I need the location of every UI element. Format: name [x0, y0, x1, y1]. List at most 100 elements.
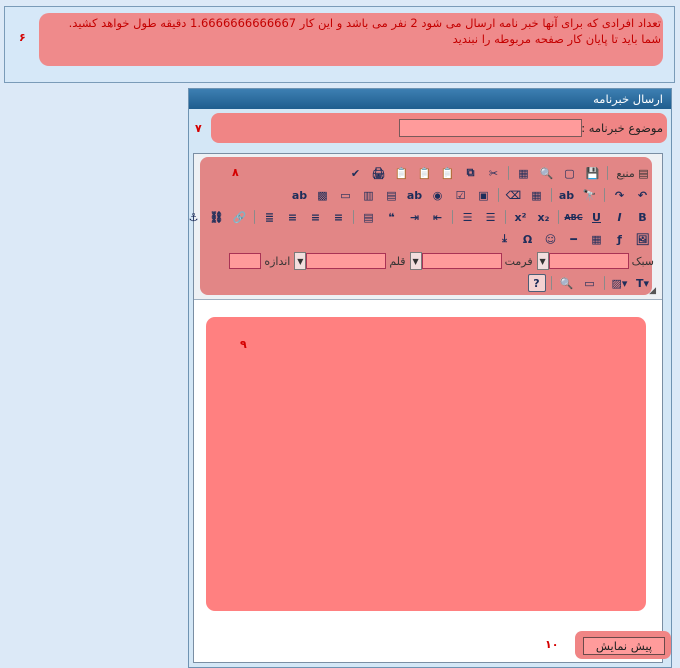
- strike-label: ABC: [564, 212, 583, 222]
- undo-icon[interactable]: ↶: [634, 186, 652, 204]
- link-icon[interactable]: 🔗: [231, 208, 249, 226]
- cut-icon[interactable]: ✂: [485, 164, 503, 182]
- flash-icon[interactable]: ƒ: [611, 230, 629, 248]
- subject-marker: ۷: [195, 122, 202, 135]
- new-page-icon[interactable]: ▢: [561, 164, 579, 182]
- toolbar-separator: [551, 276, 552, 290]
- save-icon[interactable]: 💾: [584, 164, 602, 182]
- notice-marker: ۶: [19, 31, 26, 44]
- align-right-icon[interactable]: ≡: [284, 208, 302, 226]
- div-icon[interactable]: ▤: [360, 208, 378, 226]
- font-combo[interactable]: قلم ▼: [294, 252, 406, 270]
- toolbar-row-3: B I U ABC x₂ x² ☰ ☰ ⇤ ⇥ ❝ ▤ ≡ ≡ ≡ ≣ 🔗 ⛓ …: [182, 207, 654, 227]
- hidden-field-icon[interactable]: ab: [291, 186, 309, 204]
- bulleted-list-icon[interactable]: ☰: [459, 208, 477, 226]
- justify-icon[interactable]: ≣: [261, 208, 279, 226]
- strike-button[interactable]: ABC: [564, 208, 583, 226]
- redo-icon[interactable]: ↷: [611, 186, 629, 204]
- select-all-icon[interactable]: ▦: [528, 186, 546, 204]
- toolbar-separator: [604, 188, 605, 202]
- source-button[interactable]: منبع ▤: [614, 164, 652, 182]
- toolbar-separator: [353, 210, 354, 224]
- unlink-icon[interactable]: ⛓: [208, 208, 226, 226]
- page-break-icon[interactable]: ⤓: [496, 230, 514, 248]
- editor-body[interactable]: [206, 317, 646, 611]
- subscript-button[interactable]: x₂: [535, 208, 553, 226]
- chevron-down-icon[interactable]: ▼: [409, 252, 422, 270]
- replace-icon[interactable]: ab: [558, 186, 576, 204]
- bold-button[interactable]: B: [634, 208, 652, 226]
- size-label: اندازه: [264, 254, 291, 268]
- toolbar-row-6: T▾ ▨▾ ▭ 🔍 ?: [525, 273, 654, 293]
- style-combo[interactable]: سبک ▼: [536, 252, 654, 270]
- toolbar-row-5: سبک ▼ فرمت ▼ قلم ▼ اندازه: [225, 251, 654, 271]
- copy-icon[interactable]: ⧉: [462, 164, 480, 182]
- textarea-icon[interactable]: ▤: [383, 186, 401, 204]
- numbered-list-icon[interactable]: ☰: [482, 208, 500, 226]
- newsletter-panel: ارسال خبرنامه ۷ موضوع خبرنامه : ۸ منبع ▤…: [188, 88, 672, 668]
- toolbar-separator: [607, 166, 608, 180]
- toolbar-separator: [558, 210, 559, 224]
- help-icon[interactable]: ?: [527, 274, 546, 292]
- underline-label: U: [592, 210, 601, 224]
- paste-icon[interactable]: 📋: [439, 164, 457, 182]
- toolbar-separator: [498, 188, 499, 202]
- smiley-icon[interactable]: ☺: [542, 230, 560, 248]
- bg-color-icon[interactable]: ▨▾: [611, 274, 629, 292]
- paste-word-icon[interactable]: 📋: [393, 164, 411, 182]
- format-field[interactable]: [421, 253, 502, 269]
- button-field-icon[interactable]: ▭: [337, 186, 355, 204]
- align-left-icon[interactable]: ≡: [330, 208, 348, 226]
- font-field[interactable]: [306, 253, 387, 269]
- preview-marker: ۱۰: [545, 638, 559, 651]
- format-label: فرمت: [504, 254, 533, 268]
- radio-icon[interactable]: ◉: [429, 186, 447, 204]
- image-icon[interactable]: 🖼: [634, 230, 652, 248]
- special-char-icon[interactable]: Ω: [519, 230, 537, 248]
- chevron-down-icon[interactable]: ▼: [294, 252, 307, 270]
- anchor-icon[interactable]: ⚓: [185, 208, 203, 226]
- size-field[interactable]: [229, 253, 262, 269]
- superscript-button[interactable]: x²: [512, 208, 530, 226]
- outdent-icon[interactable]: ⇤: [429, 208, 447, 226]
- subject-label: موضوع خبرنامه :: [581, 121, 663, 135]
- chevron-down-icon[interactable]: ▼: [536, 252, 549, 270]
- notice-text: تعداد افرادی که برای آنها خبر نامه ارسال…: [49, 15, 661, 47]
- collapse-toolbar-icon[interactable]: ◢: [649, 286, 656, 296]
- notice-line-2: شما باید تا پایان کار صفحه مربوطه را نبن…: [452, 32, 661, 46]
- preview-icon[interactable]: 🔍: [538, 164, 556, 182]
- underline-button[interactable]: U: [588, 208, 606, 226]
- style-field[interactable]: [548, 253, 629, 269]
- toolbar-row-2: ↶ ↷ 🔭 ab ▦ ⌫ ▣ ☑ ◉ ab ▤ ▥ ▭ ▩ ab: [288, 185, 654, 205]
- size-combo[interactable]: اندازه: [229, 253, 290, 269]
- panel-title: ارسال خبرنامه: [189, 89, 671, 109]
- checkbox-icon[interactable]: ☑: [452, 186, 470, 204]
- print-icon[interactable]: 🖨: [370, 164, 388, 182]
- form-icon[interactable]: ▣: [475, 186, 493, 204]
- horizontal-rule-icon[interactable]: ━: [565, 230, 583, 248]
- table-icon[interactable]: ▦: [588, 230, 606, 248]
- toolbar-row-1: منبع ▤ 💾 ▢ 🔍 ▦ ✂ ⧉ 📋 📋 📋 🖨 ✔: [344, 163, 654, 183]
- align-center-icon[interactable]: ≡: [307, 208, 325, 226]
- toolbar-separator: [604, 276, 605, 290]
- spellcheck-icon[interactable]: ✔: [347, 164, 365, 182]
- format-combo[interactable]: فرمت ▼: [409, 252, 533, 270]
- remove-format-icon[interactable]: ⌫: [505, 186, 523, 204]
- select-field-icon[interactable]: ▥: [360, 186, 378, 204]
- find-icon[interactable]: 🔭: [581, 186, 599, 204]
- bold-label: B: [638, 210, 647, 224]
- templates-icon[interactable]: ▦: [515, 164, 533, 182]
- image-button-icon[interactable]: ▩: [314, 186, 332, 204]
- subscript-label: x₂: [537, 210, 550, 224]
- paste-text-icon[interactable]: 📋: [416, 164, 434, 182]
- maximize-icon[interactable]: ▭: [581, 274, 599, 292]
- textfield-icon[interactable]: ab: [406, 186, 424, 204]
- blockquote-icon[interactable]: ❝: [383, 208, 401, 226]
- preview-button[interactable]: پیش نمایش: [583, 637, 665, 655]
- font-label: قلم: [389, 254, 406, 268]
- show-blocks-icon[interactable]: 🔍: [558, 274, 576, 292]
- indent-icon[interactable]: ⇥: [406, 208, 424, 226]
- notice-line-1: تعداد افرادی که برای آنها خبر نامه ارسال…: [68, 16, 661, 30]
- italic-button[interactable]: I: [611, 208, 629, 226]
- subject-input[interactable]: [399, 119, 582, 137]
